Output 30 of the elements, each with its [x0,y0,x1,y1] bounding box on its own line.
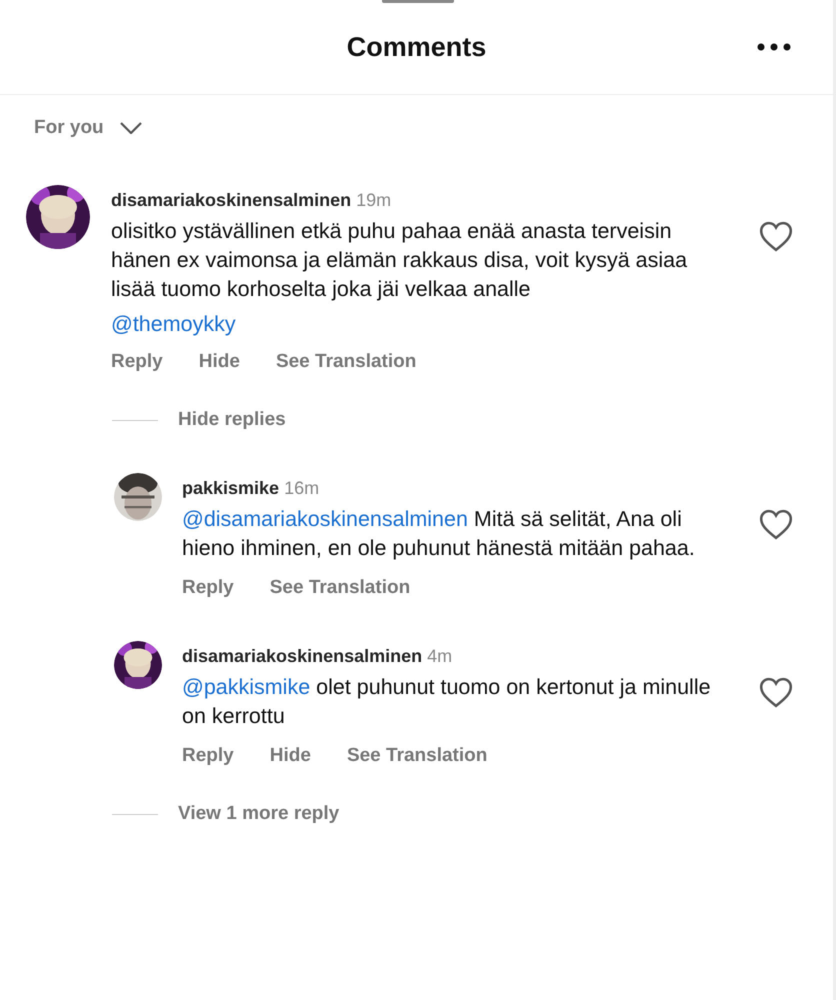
comment-action[interactable]: Reply [182,577,234,599]
heart-icon[interactable] [759,677,793,708]
username[interactable]: pakkismike [182,478,280,498]
window-title: Comments [346,32,486,62]
heart-icon[interactable] [759,509,793,540]
mention-link[interactable]: @disamariakoskinensalminen [182,507,468,531]
comment-text: olisitko ystävällinen etkä puhu pahaa enää anasta terveisin hänen ex vaimonsa ja elämän rakkaus disa, voit kysyä asiaa lisää tuomo korhoselta joka jäi velkaa analle [111,218,688,303]
timestamp: 4m [427,646,452,666]
comment-action[interactable]: See Translation [270,577,410,599]
comment-action[interactable]: See Translation [276,351,416,373]
comment-action[interactable]: See Translation [346,745,488,767]
sort-dropdown[interactable]: For you [34,117,142,139]
mention-link[interactable]: @themoykky [111,312,236,337]
comment-action[interactable]: Reply [182,745,234,767]
drag-handle[interactable] [382,0,454,3]
username[interactable]: disamariakoskinensalminen [182,646,422,666]
comment-action[interactable]: Reply [111,351,163,373]
more-replies-button[interactable]: View 1 more reply [178,803,340,825]
heart-icon[interactable] [759,221,793,252]
timestamp: 16m [284,478,320,498]
timestamp: 19m [356,190,392,210]
more-icon[interactable] [757,43,791,51]
username[interactable]: disamariakoskinensalminen [111,190,352,210]
reply-text: @pakkismike olet puhunut tuomo on kertonut ja minulle on kerrottu [182,674,712,730]
replies-toggle[interactable]: Hide replies [178,409,286,431]
chevron-down-icon [120,122,142,134]
mention-link[interactable]: @pakkismike [182,675,310,699]
comment-action[interactable]: Hide [270,745,311,767]
comment-action[interactable]: Hide [198,351,240,373]
reply-text: @disamariakoskinensalminen Mitä sä selität, Ana oli hieno ihminen, en ole puhunut hänestä mitään pahaa. [182,506,696,562]
